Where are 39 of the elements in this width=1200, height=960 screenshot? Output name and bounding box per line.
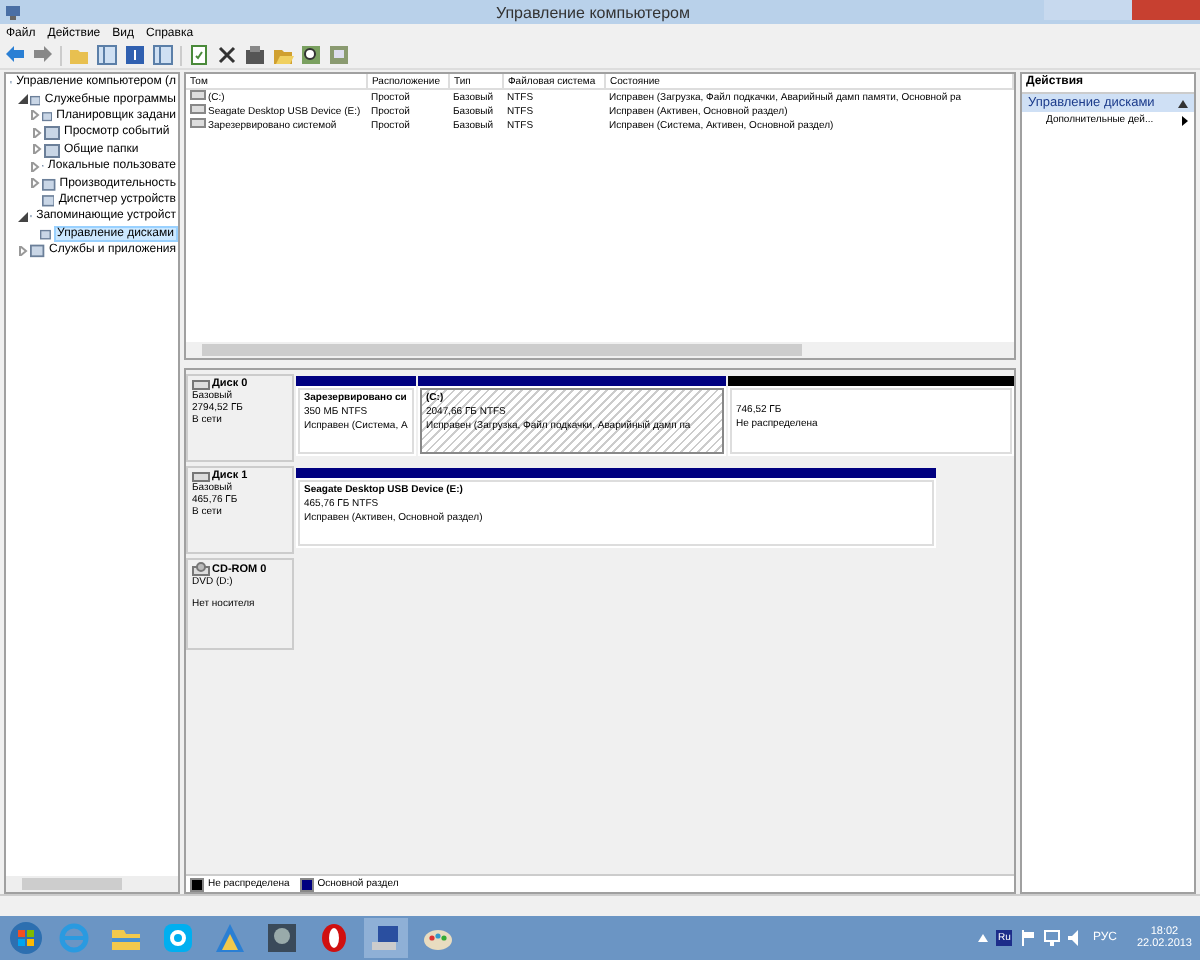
triangle-icon [214,922,246,954]
expanded-arrow-icon[interactable] [18,94,28,105]
game-icon [266,922,298,954]
collapsed-arrow-icon[interactable] [31,144,41,155]
submenu-arrow-icon [1182,115,1188,125]
back-arrow-icon[interactable] [4,44,26,66]
collapsed-arrow-icon[interactable] [30,178,41,189]
collapsed-arrow-icon[interactable] [30,110,40,121]
properties-icon[interactable] [244,44,266,66]
collapsed-arrow-icon[interactable] [18,245,29,256]
horizontal-scrollbar[interactable] [186,342,1014,358]
browser-icon [58,922,90,954]
disk-drive-icon [192,471,210,481]
pane-icon[interactable] [152,44,174,66]
collapsed-arrow-icon[interactable] [31,127,41,138]
horizontal-scrollbar[interactable] [6,876,178,892]
scroll-thumb[interactable] [22,878,122,890]
expanded-arrow-icon[interactable] [18,211,28,222]
pane-icon[interactable] [96,44,118,66]
collapse-arrow-icon [1178,99,1188,107]
window-title: Управление компьютером [494,3,692,21]
show-hidden-icon[interactable] [978,934,989,942]
network-icon[interactable] [1044,930,1061,946]
start-button[interactable] [8,920,44,956]
opera-icon [318,922,350,954]
delete-icon[interactable] [216,44,238,66]
magnifier-icon[interactable] [300,44,322,66]
taskbar-button[interactable] [364,918,408,958]
chat-icon [162,922,194,954]
cd-drive-icon [192,562,210,576]
collapsed-arrow-icon[interactable] [30,161,40,172]
computer-icon [4,3,22,21]
help-icon[interactable] [124,44,146,66]
scroll-thumb[interactable] [202,344,802,356]
forward-arrow-icon[interactable] [32,44,54,66]
computer-icon [370,922,402,954]
disk-drive-icon [192,379,210,389]
flag-icon[interactable] [1020,930,1037,946]
document-icon[interactable] [188,44,210,66]
